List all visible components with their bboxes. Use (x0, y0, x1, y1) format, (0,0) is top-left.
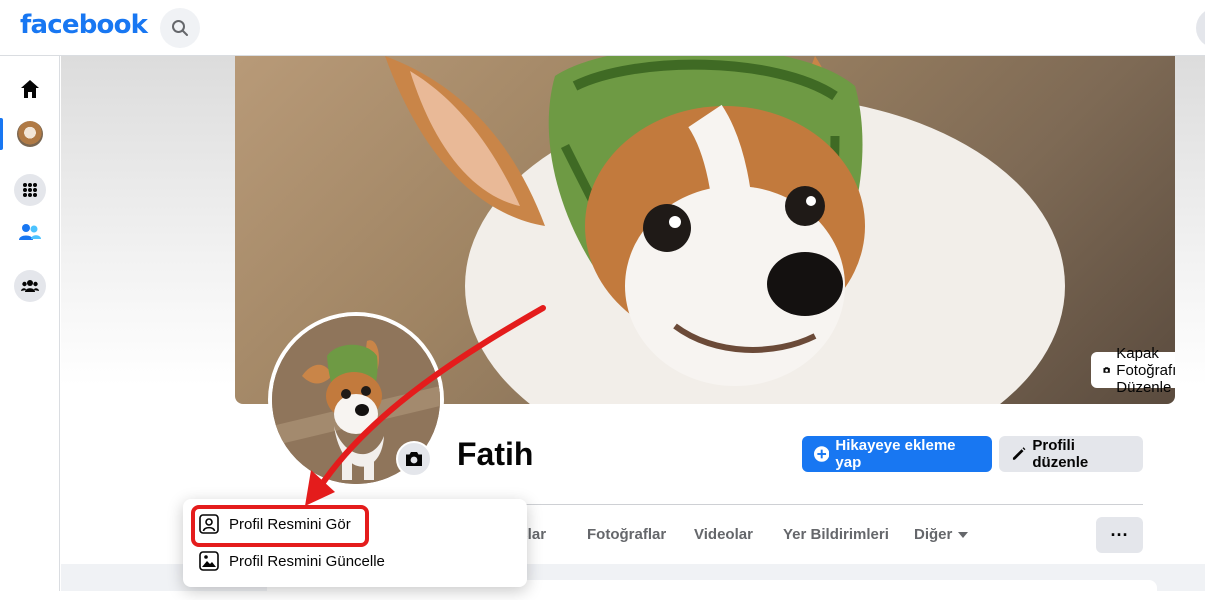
update-profile-picture-item[interactable]: Profil Resmini Güncelle (191, 543, 519, 579)
person-frame-icon (199, 514, 219, 534)
update-profile-picture-label: Profil Resmini Güncelle (229, 552, 385, 570)
view-profile-picture-label: Profil Resmini Gör (229, 515, 351, 533)
update-picture-button[interactable] (396, 441, 432, 477)
add-to-story-button[interactable]: Hikayeye ekleme yap (802, 436, 992, 472)
tab-check-ins[interactable]: Yer Bildirimleri (783, 526, 889, 543)
facebook-logo[interactable]: facebook (20, 10, 148, 40)
edit-cover-button[interactable]: Kapak Fotoğrafını Düzenle (1091, 345, 1175, 396)
more-options-button[interactable]: ··· (1096, 517, 1143, 553)
rail-menu[interactable] (14, 174, 46, 206)
groups-icon (21, 280, 39, 292)
avatar (17, 121, 43, 147)
tab-more-label: Diğer (914, 526, 953, 543)
search-button[interactable] (160, 8, 200, 48)
edit-profile-label: Profili düzenle (1032, 437, 1089, 471)
add-to-story-label: Hikayeye ekleme yap (835, 437, 956, 471)
caret-down-icon (958, 531, 969, 538)
tab-more[interactable]: Diğer (914, 526, 969, 543)
account-avatar[interactable] (1196, 8, 1205, 48)
view-profile-picture-item[interactable]: Profil Resmini Gör (191, 506, 519, 542)
top-navigation-bar: facebook (0, 0, 1205, 56)
tab-videos[interactable]: Videolar (694, 526, 753, 543)
camera-icon (406, 452, 422, 466)
search-icon (172, 20, 188, 36)
rail-friends[interactable] (14, 216, 46, 248)
home-icon (21, 80, 39, 98)
image-edit-icon (199, 551, 219, 571)
rail-profile[interactable] (14, 118, 46, 150)
plus-circle-icon (814, 446, 830, 462)
profile-picture-menu: Profil Resmini Gör Profil Resmini Güncel… (183, 499, 527, 587)
apps-grid-icon (23, 183, 37, 197)
rail-home[interactable] (14, 73, 46, 105)
camera-icon (1103, 367, 1110, 373)
left-rail (0, 56, 60, 591)
pencil-icon (1012, 447, 1026, 460)
edit-cover-label: Kapak Fotoğrafını Düzenle (1116, 344, 1175, 396)
edit-profile-button[interactable]: Profili düzenle (999, 436, 1143, 472)
profile-name: Fatih (457, 436, 534, 472)
active-indicator (0, 118, 3, 150)
tab-photos[interactable]: Fotoğraflar (587, 526, 666, 543)
friends-icon (19, 224, 41, 240)
rail-groups[interactable] (14, 270, 46, 302)
